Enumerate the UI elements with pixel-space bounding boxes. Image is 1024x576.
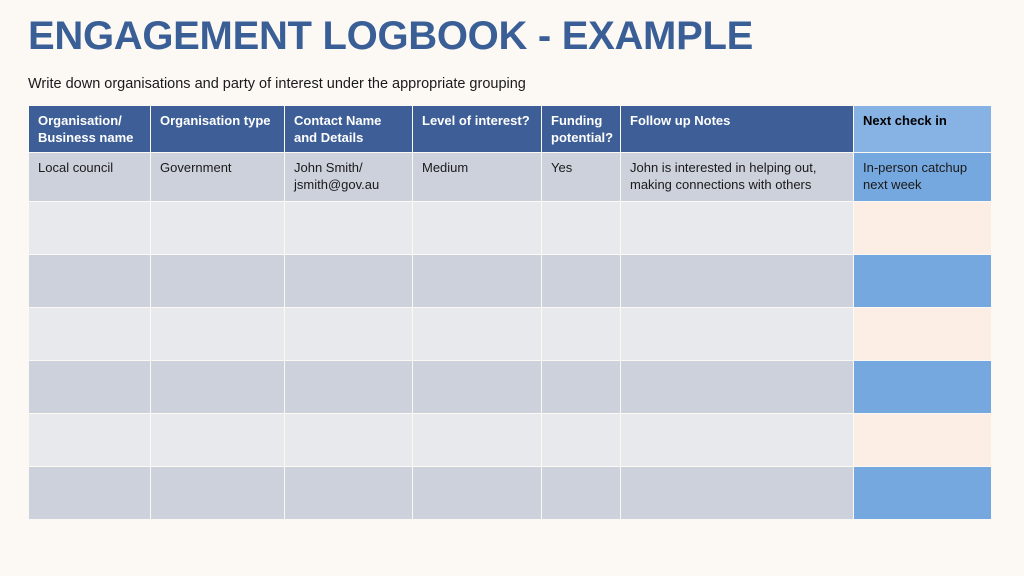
- cell-organisation-type[interactable]: [151, 361, 284, 413]
- cell-organisation[interactable]: [29, 467, 150, 519]
- column-header-contact-line1: Contact Name: [294, 113, 382, 128]
- cell-next-check-line2: next week: [863, 176, 922, 192]
- table-row[interactable]: [29, 467, 991, 519]
- column-header-organisation-line2: Business name: [38, 129, 134, 145]
- column-header-funding-potential[interactable]: Funding potential?: [542, 106, 620, 152]
- column-header-funding-line2: potential?: [551, 129, 614, 145]
- page-subtitle: Write down organisations and party of in…: [28, 76, 526, 92]
- cell-funding-potential[interactable]: Yes: [542, 153, 620, 201]
- engagement-logbook-table: Organisation/ Business name Organisation…: [28, 105, 992, 520]
- cell-next-check-in[interactable]: [854, 255, 991, 307]
- cell-funding-potential[interactable]: [542, 202, 620, 254]
- column-header-organisation-type[interactable]: Organisation type: [151, 106, 284, 152]
- engagement-logbook-table-wrapper: Organisation/ Business name Organisation…: [28, 105, 991, 520]
- column-header-organisation-line1: Organisation/: [38, 113, 122, 128]
- cell-follow-up-notes[interactable]: [621, 467, 853, 519]
- cell-organisation[interactable]: [29, 255, 150, 307]
- cell-contact-line1: John Smith/: [294, 160, 363, 175]
- cell-level-of-interest[interactable]: [413, 255, 541, 307]
- cell-contact[interactable]: [285, 255, 412, 307]
- table-row[interactable]: [29, 255, 991, 307]
- cell-funding-potential[interactable]: [542, 361, 620, 413]
- cell-funding-potential[interactable]: [542, 308, 620, 360]
- cell-organisation[interactable]: [29, 202, 150, 254]
- column-header-organisation[interactable]: Organisation/ Business name: [29, 106, 150, 152]
- table-body: Local council Government John Smith/ jsm…: [29, 153, 991, 519]
- cell-organisation-type[interactable]: [151, 467, 284, 519]
- cell-next-check-line1: In-person catchup: [863, 160, 968, 175]
- cell-follow-up-notes[interactable]: [621, 361, 853, 413]
- column-header-follow-up-notes[interactable]: Follow up Notes: [621, 106, 853, 152]
- cell-organisation[interactable]: Local council: [29, 153, 150, 201]
- cell-contact[interactable]: [285, 308, 412, 360]
- table-row[interactable]: [29, 202, 991, 254]
- table-header: Organisation/ Business name Organisation…: [29, 106, 991, 152]
- cell-organisation-type[interactable]: [151, 308, 284, 360]
- cell-contact[interactable]: John Smith/ jsmith@gov.au: [285, 153, 412, 201]
- cell-organisation-type[interactable]: [151, 202, 284, 254]
- column-header-funding-line1: Funding: [551, 113, 603, 128]
- cell-next-check-in[interactable]: [854, 202, 991, 254]
- cell-funding-potential[interactable]: [542, 467, 620, 519]
- page-title: ENGAGEMENT LOGBOOK - EXAMPLE: [28, 14, 753, 58]
- cell-next-check-in[interactable]: [854, 467, 991, 519]
- cell-contact-line2: jsmith@gov.au: [294, 176, 380, 192]
- column-header-level-of-interest[interactable]: Level of interest?: [413, 106, 541, 152]
- cell-level-of-interest[interactable]: [413, 361, 541, 413]
- cell-next-check-in[interactable]: [854, 414, 991, 466]
- cell-next-check-in[interactable]: [854, 308, 991, 360]
- cell-organisation-type[interactable]: Government: [151, 153, 284, 201]
- cell-next-check-in[interactable]: [854, 361, 991, 413]
- cell-funding-potential[interactable]: [542, 255, 620, 307]
- cell-contact[interactable]: [285, 202, 412, 254]
- cell-follow-up-notes[interactable]: [621, 255, 853, 307]
- cell-level-of-interest[interactable]: [413, 467, 541, 519]
- cell-follow-up-notes[interactable]: [621, 308, 853, 360]
- column-header-contact[interactable]: Contact Name and Details: [285, 106, 412, 152]
- cell-level-of-interest[interactable]: [413, 414, 541, 466]
- cell-follow-up-notes[interactable]: John is interested in helping out, makin…: [621, 153, 853, 201]
- cell-level-of-interest[interactable]: [413, 202, 541, 254]
- column-header-contact-line2: and Details: [294, 129, 364, 145]
- cell-organisation-type[interactable]: [151, 414, 284, 466]
- cell-level-of-interest[interactable]: [413, 308, 541, 360]
- cell-next-check-in[interactable]: In-person catchup next week: [854, 153, 991, 201]
- cell-notes-line2: making connections with others: [630, 176, 812, 192]
- cell-contact[interactable]: [285, 361, 412, 413]
- cell-organisation[interactable]: [29, 414, 150, 466]
- table-header-row: Organisation/ Business name Organisation…: [29, 106, 991, 152]
- cell-funding-potential[interactable]: [542, 414, 620, 466]
- table-row[interactable]: [29, 308, 991, 360]
- column-header-next-check-in[interactable]: Next check in: [854, 106, 991, 152]
- cell-level-of-interest[interactable]: Medium: [413, 153, 541, 201]
- cell-organisation[interactable]: [29, 361, 150, 413]
- cell-follow-up-notes[interactable]: [621, 414, 853, 466]
- cell-organisation[interactable]: [29, 308, 150, 360]
- cell-follow-up-notes[interactable]: [621, 202, 853, 254]
- cell-contact[interactable]: [285, 467, 412, 519]
- cell-contact[interactable]: [285, 414, 412, 466]
- table-row[interactable]: [29, 361, 991, 413]
- cell-organisation-type[interactable]: [151, 255, 284, 307]
- cell-notes-line1: John is interested in helping out,: [630, 160, 817, 175]
- table-row[interactable]: [29, 414, 991, 466]
- slide-canvas: ENGAGEMENT LOGBOOK - EXAMPLE Write down …: [0, 0, 1024, 576]
- table-row[interactable]: Local council Government John Smith/ jsm…: [29, 153, 991, 201]
